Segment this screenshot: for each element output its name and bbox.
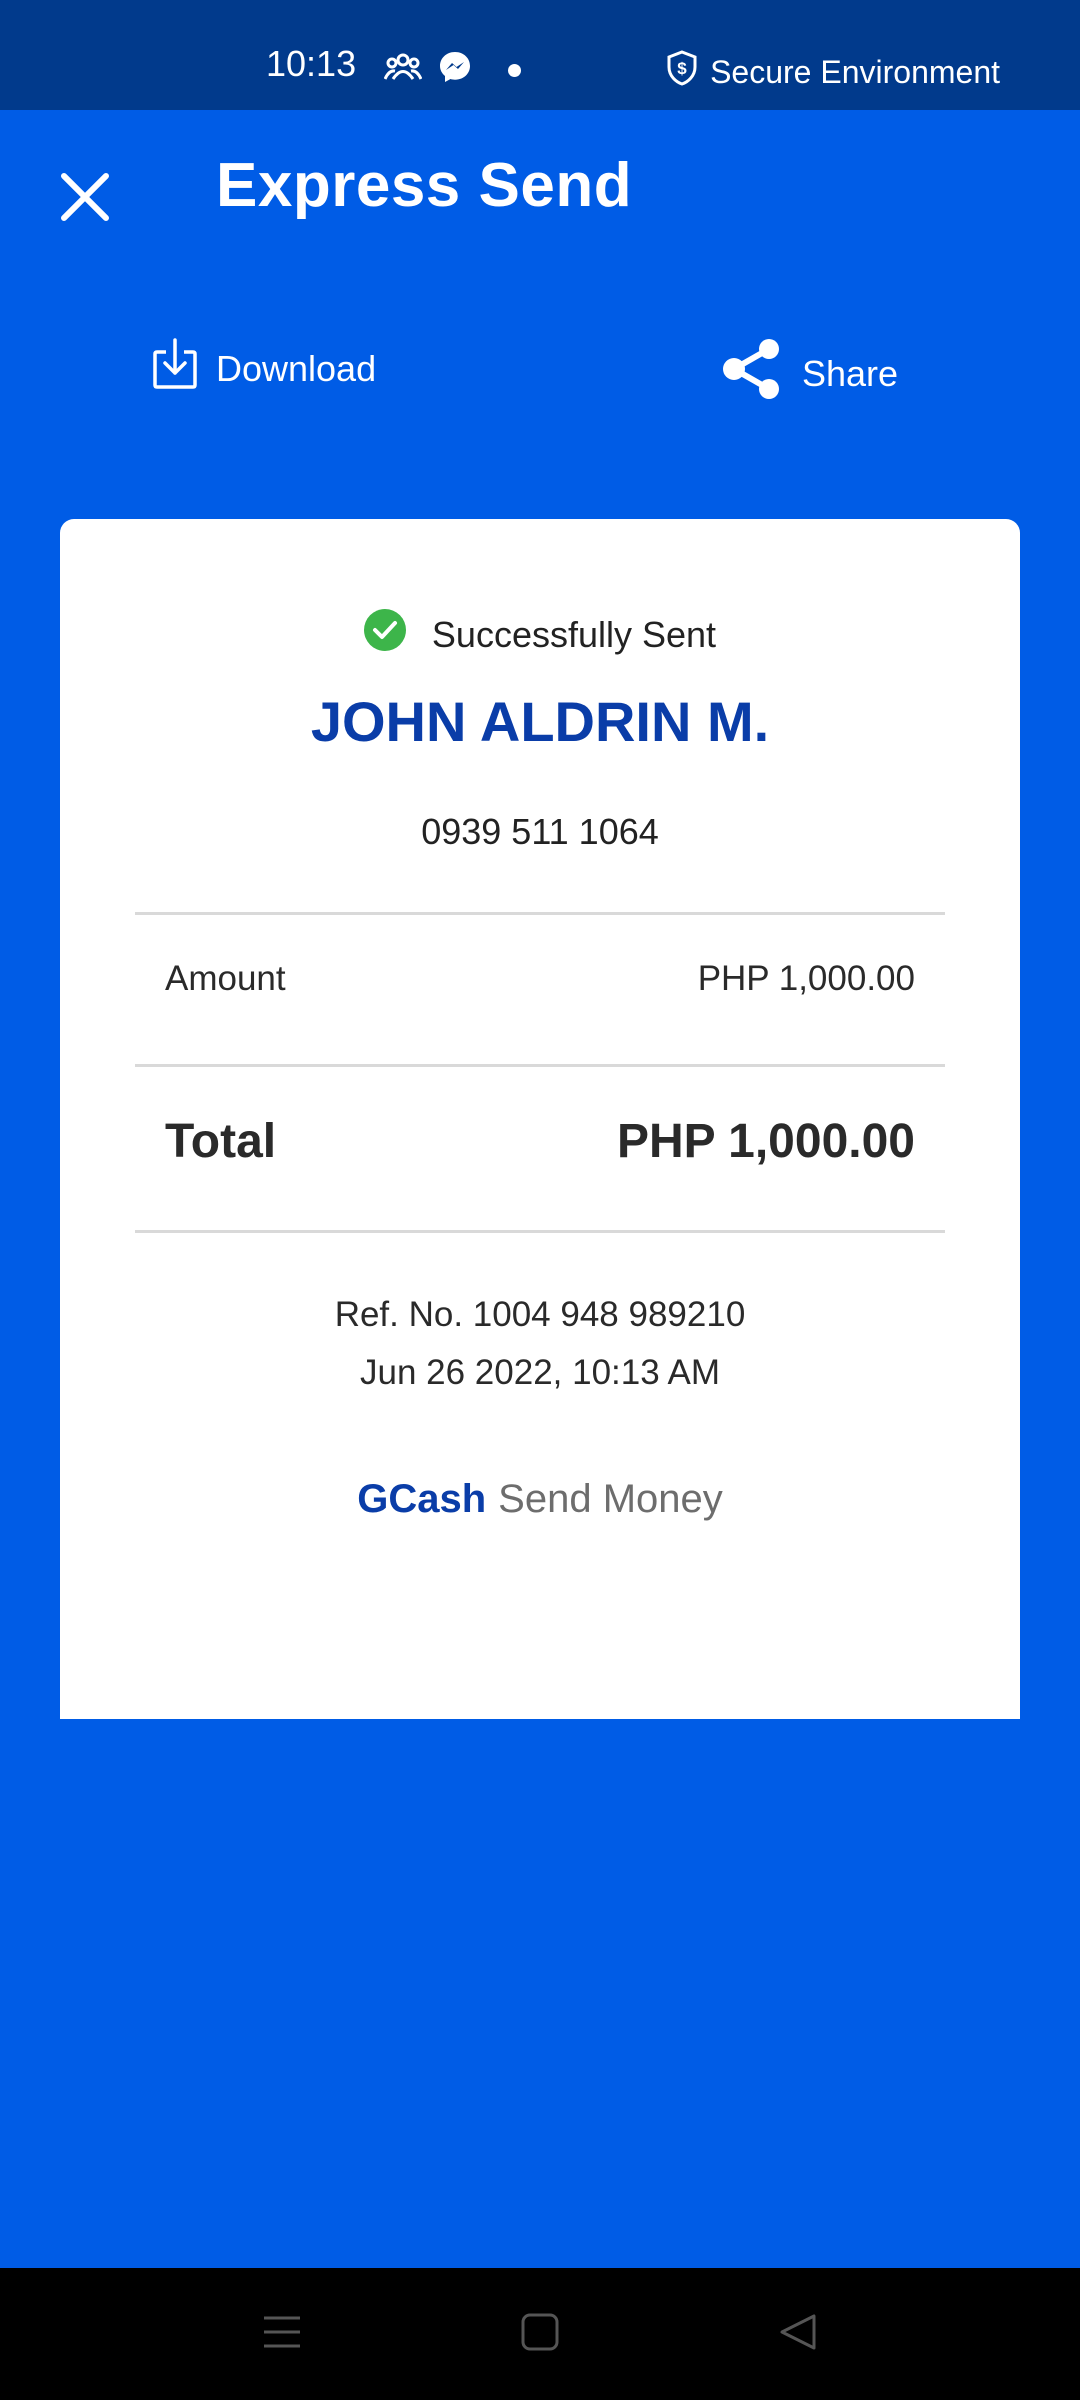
- share-label: Share: [802, 352, 899, 394]
- group-icon: [383, 52, 423, 87]
- svg-text:$: $: [677, 59, 687, 78]
- secure-environment-label: Secure Environment: [710, 53, 1000, 90]
- check-circle-icon: [363, 609, 406, 660]
- menu-icon[interactable]: [262, 2312, 302, 2357]
- total-value: PHP 1,000.00: [616, 1115, 915, 1168]
- divider: [135, 1064, 945, 1067]
- amount-row: Amount PHP 1,000.00: [165, 959, 915, 999]
- transaction-datetime: Jun 26 2022, 10:13 AM: [360, 1353, 720, 1392]
- amount-label: Amount: [165, 959, 286, 998]
- page-title: Express Send: [216, 151, 633, 220]
- divider: [135, 912, 945, 915]
- amount-value: PHP 1,000.00: [697, 959, 915, 998]
- brand-service: Send Money: [498, 1477, 723, 1521]
- download-label: Download: [216, 347, 377, 389]
- brand-footer: GCash Send Money: [60, 1477, 1020, 1522]
- recipient-number: 0939 511 1064: [421, 811, 659, 852]
- divider: [135, 1230, 945, 1233]
- shield-icon: $: [666, 50, 698, 94]
- back-icon[interactable]: [778, 2312, 818, 2357]
- close-button[interactable]: [58, 170, 112, 224]
- close-icon: [58, 173, 112, 228]
- brand-name: GCash: [357, 1477, 487, 1521]
- download-button[interactable]: Download: [152, 338, 376, 399]
- total-label: Total: [165, 1115, 277, 1168]
- notification-dot: [508, 64, 521, 77]
- home-icon[interactable]: [520, 2312, 560, 2357]
- reference-number: Ref. No. 1004 948 989210: [334, 1295, 746, 1334]
- system-nav-bar: [0, 2268, 1080, 2400]
- success-status: Successfully Sent: [60, 609, 1020, 660]
- recipient-name: JOHN ALDRIN M.: [310, 690, 770, 753]
- status-text: Successfully Sent: [431, 613, 717, 655]
- secure-environment-indicator: $ Secure Environment: [666, 50, 1000, 94]
- status-time: 10:13: [266, 43, 357, 84]
- receipt-card: Successfully Sent JOHN ALDRIN M. 0939 51…: [60, 519, 1020, 1719]
- receipt-torn-edge: [60, 1700, 1020, 1714]
- total-row: Total PHP 1,000.00: [165, 1114, 915, 1169]
- download-icon: [152, 338, 198, 399]
- status-bar: 10:13 $ Secure Environment: [0, 0, 1080, 110]
- share-button[interactable]: Share: [720, 338, 898, 409]
- share-icon: [720, 338, 784, 409]
- messenger-icon: [438, 50, 472, 89]
